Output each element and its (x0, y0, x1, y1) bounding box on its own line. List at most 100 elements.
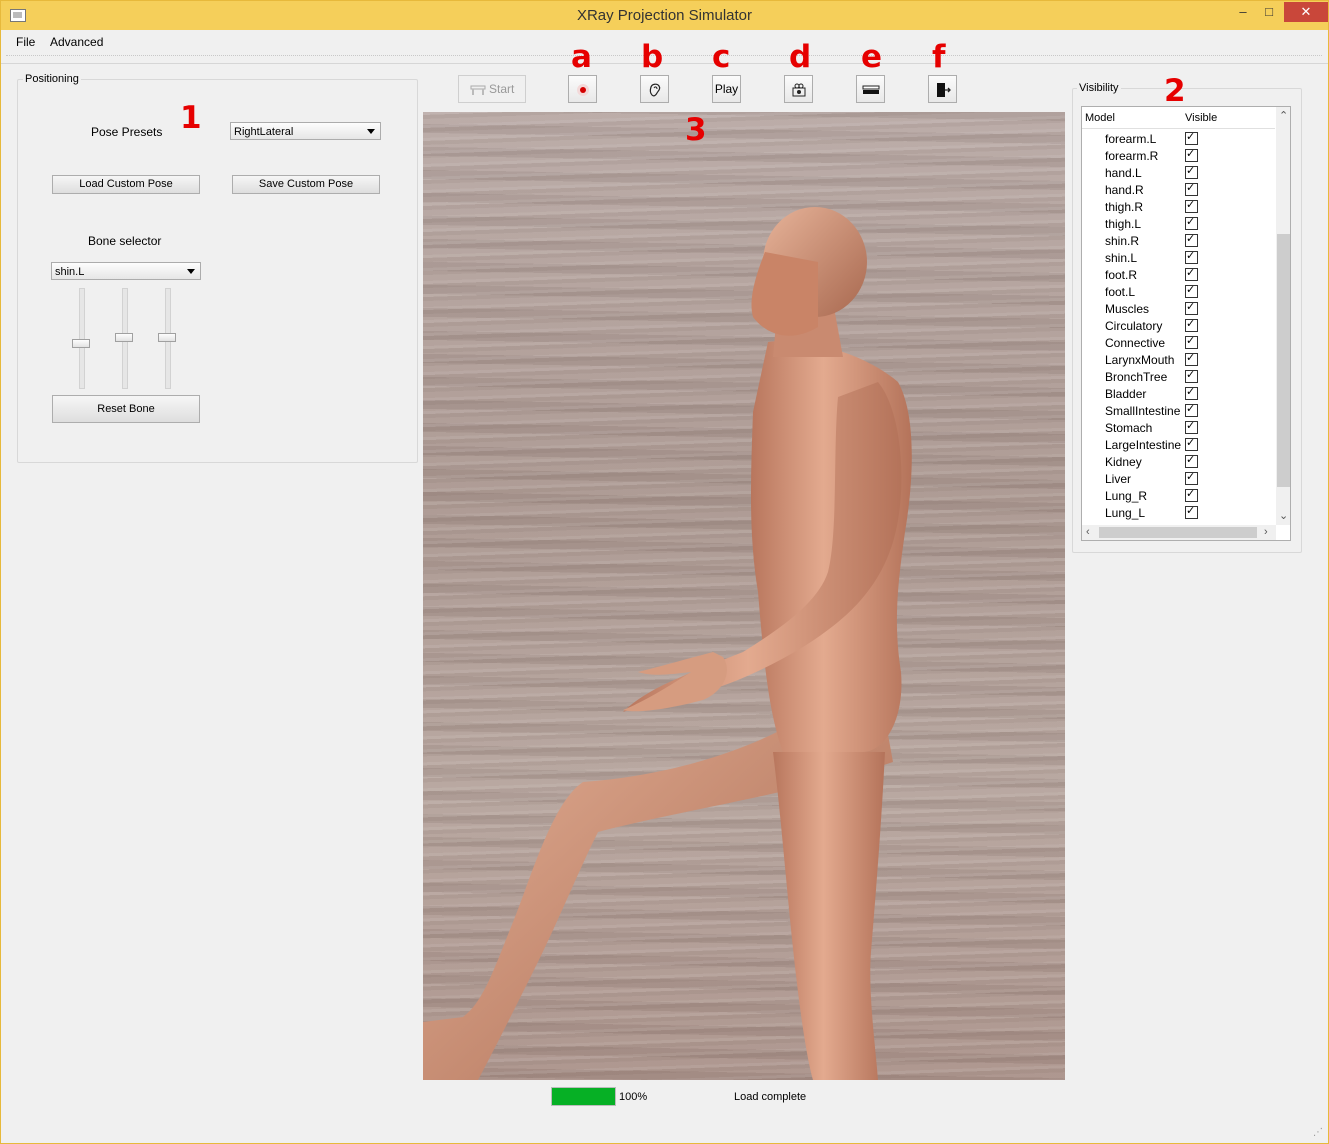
visible-checkbox[interactable] (1185, 317, 1198, 332)
visible-checkbox[interactable] (1185, 334, 1198, 349)
record-icon (576, 83, 589, 96)
table-row[interactable]: thigh.L (1082, 215, 1275, 233)
scroll-right-icon[interactable]: › (1264, 526, 1268, 538)
pose-presets-label: Pose Presets (91, 125, 163, 139)
bone-slider-y-handle[interactable] (115, 333, 133, 342)
visible-checkbox[interactable] (1185, 487, 1198, 502)
table-row[interactable]: BronchTree (1082, 368, 1275, 386)
load-custom-pose-button[interactable]: Load Custom Pose (52, 175, 200, 194)
model-name: Muscles (1105, 302, 1150, 316)
table-row[interactable]: Lung_L (1082, 504, 1275, 522)
model-name: foot.L (1105, 285, 1136, 299)
model-name: hand.R (1105, 183, 1144, 197)
visible-checkbox[interactable] (1185, 300, 1198, 315)
camera-icon (792, 83, 805, 97)
table-row[interactable]: thigh.R (1082, 198, 1275, 216)
reset-bone-button[interactable]: Reset Bone (52, 395, 200, 423)
xray-machine-icon (470, 85, 486, 95)
record-button[interactable] (568, 75, 597, 103)
minimize-button[interactable]: – (1230, 2, 1256, 22)
table-row[interactable]: Circulatory (1082, 317, 1275, 335)
table-row[interactable]: LargeIntestine (1082, 436, 1275, 454)
model-name: forearm.R (1105, 149, 1159, 163)
model-name: forearm.L (1105, 132, 1157, 146)
visible-checkbox[interactable] (1185, 164, 1198, 179)
table-row[interactable]: Liver (1082, 470, 1275, 488)
visible-checkbox[interactable] (1185, 385, 1198, 400)
ear-button[interactable] (640, 75, 669, 103)
model-name: LarynxMouth (1105, 353, 1175, 367)
table-row[interactable]: hand.R (1082, 181, 1275, 199)
exit-button[interactable] (928, 75, 957, 103)
visible-checkbox[interactable] (1185, 147, 1198, 162)
visible-checkbox[interactable] (1185, 436, 1198, 451)
bone-select[interactable]: shin.L (51, 262, 201, 280)
camera-button[interactable] (784, 75, 813, 103)
visible-checkbox[interactable] (1185, 249, 1198, 264)
table-row[interactable]: shin.L (1082, 249, 1275, 267)
close-button[interactable]: ✕ (1284, 2, 1328, 22)
visible-checkbox[interactable] (1185, 402, 1198, 417)
model-name: Liver (1105, 472, 1132, 486)
visible-checkbox[interactable] (1185, 351, 1198, 366)
visible-checkbox[interactable] (1185, 130, 1198, 145)
menu-advanced[interactable]: Advanced (50, 35, 103, 49)
table-row[interactable]: Kidney (1082, 453, 1275, 471)
table-row[interactable]: Bladder (1082, 385, 1275, 403)
bone-slider-x-handle[interactable] (72, 339, 90, 348)
vertical-scrollbar[interactable]: ⌃ ⌄ (1276, 107, 1290, 525)
table-row[interactable]: LarynxMouth (1082, 351, 1275, 369)
positioning-title: Positioning (23, 73, 81, 85)
model-name: Lung_R (1105, 489, 1148, 503)
column-header-visible[interactable]: Visible (1185, 112, 1217, 124)
visible-checkbox[interactable] (1185, 283, 1198, 298)
detector-button[interactable] (856, 75, 885, 103)
table-row[interactable]: shin.R (1082, 232, 1275, 250)
start-button-label: Start (489, 82, 515, 96)
pose-preset-select[interactable]: RightLateral (230, 122, 381, 140)
progress-label: 100% (619, 1091, 648, 1103)
table-row[interactable]: Muscles (1082, 300, 1275, 318)
title-bar[interactable]: XRay Projection Simulator – □ ✕ (1, 1, 1328, 30)
bone-slider-z-handle[interactable] (158, 333, 176, 342)
horizontal-scroll-thumb[interactable] (1099, 527, 1257, 538)
table-row[interactable]: forearm.R (1082, 147, 1275, 165)
visible-checkbox[interactable] (1185, 232, 1198, 247)
visible-checkbox[interactable] (1185, 198, 1198, 213)
save-custom-pose-button[interactable]: Save Custom Pose (232, 175, 380, 194)
visible-checkbox[interactable] (1185, 419, 1198, 434)
table-row[interactable]: foot.R (1082, 266, 1275, 284)
horizontal-scrollbar[interactable]: ‹ › (1082, 525, 1276, 540)
table-row[interactable]: foot.L (1082, 283, 1275, 301)
visibility-table[interactable]: Model Visible forearm.L forearm.R hand.L ha… (1081, 106, 1291, 541)
table-row[interactable]: Connective (1082, 334, 1275, 352)
visible-checkbox[interactable] (1185, 470, 1198, 485)
model-name: Bladder (1105, 387, 1147, 401)
scroll-up-icon[interactable]: ⌃ (1279, 109, 1288, 122)
table-row[interactable]: forearm.L (1082, 130, 1275, 148)
visible-checkbox[interactable] (1185, 266, 1198, 281)
scroll-left-icon[interactable]: ‹ (1086, 526, 1090, 538)
annotation-a: a (571, 39, 592, 75)
vertical-scroll-thumb[interactable] (1277, 234, 1290, 487)
annotation-b: b (641, 39, 664, 75)
table-row[interactable]: SmallIntestine (1082, 402, 1275, 420)
maximize-button[interactable]: □ (1256, 2, 1282, 22)
visible-checkbox[interactable] (1185, 215, 1198, 230)
table-row[interactable]: Lung_R (1082, 487, 1275, 505)
menu-file[interactable]: File (16, 35, 35, 49)
table-row[interactable]: hand.L (1082, 164, 1275, 182)
annotation-f: f (932, 39, 946, 75)
scroll-down-icon[interactable]: ⌄ (1279, 509, 1288, 522)
visible-checkbox[interactable] (1185, 453, 1198, 468)
play-button[interactable]: Play (712, 75, 741, 103)
exit-door-icon (936, 82, 951, 97)
viewport-3d[interactable] (423, 112, 1065, 1080)
visible-checkbox[interactable] (1185, 181, 1198, 196)
visible-checkbox[interactable] (1185, 368, 1198, 383)
table-row[interactable]: Stomach (1082, 419, 1275, 437)
start-button[interactable]: Start (458, 75, 526, 103)
visible-checkbox[interactable] (1185, 504, 1198, 519)
column-header-model[interactable]: Model (1085, 112, 1115, 124)
resize-grip-icon[interactable]: ⋰ (1313, 1127, 1323, 1138)
